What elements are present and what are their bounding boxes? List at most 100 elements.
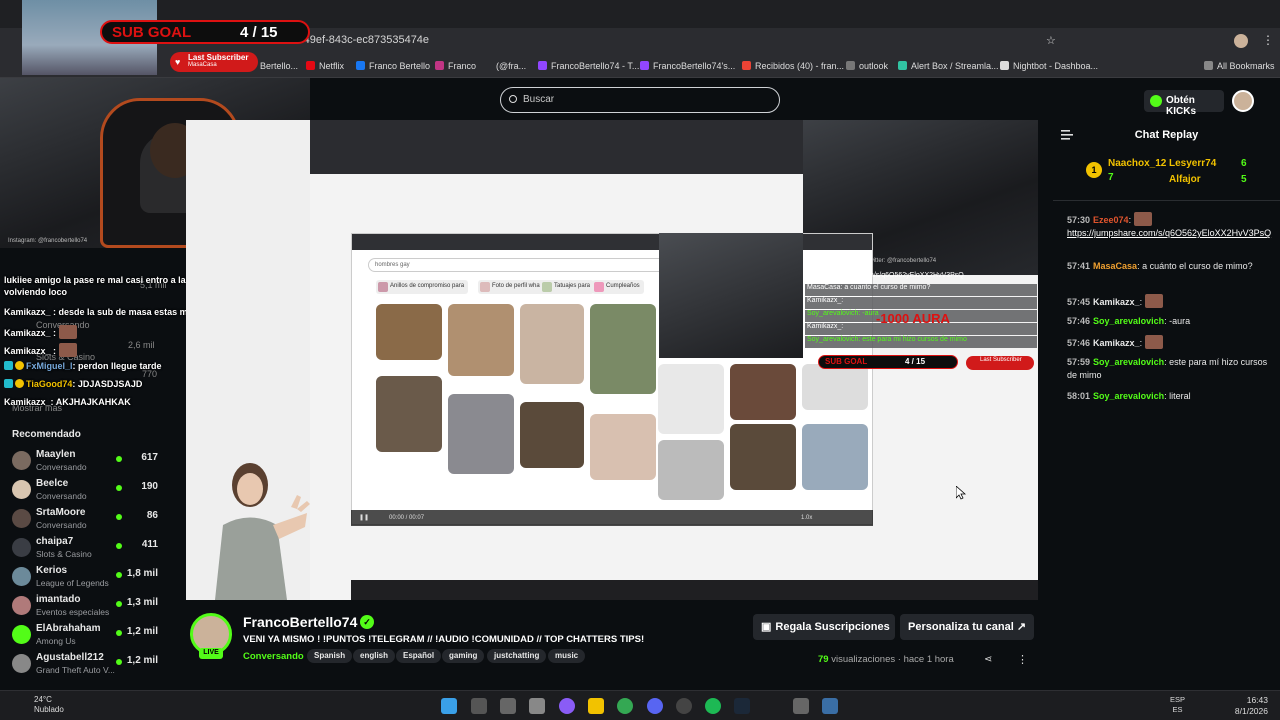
tag-english[interactable]: english [353, 649, 396, 663]
language-indicator[interactable]: ESP ES [1170, 695, 1185, 715]
search-input[interactable]: Buscar [500, 87, 780, 113]
sidebar-channel[interactable]: Agustabell212 Grand Theft Auto V... 1,2 mi… [0, 651, 186, 679]
task-view-icon[interactable] [500, 698, 516, 714]
bookmark-franco-bertello[interactable]: Franco Bertello [356, 61, 430, 71]
bookmark-twitch-2[interactable]: FrancoBertello74's... [640, 61, 735, 71]
gift-subs-button[interactable]: ▣ Regala Suscripciones [753, 614, 895, 640]
sidebar-channel[interactable]: Kerios League of Legends 1,8 mil [0, 564, 186, 592]
app-icon-2[interactable] [793, 698, 809, 714]
channel-name: chaipa7 [36, 536, 74, 547]
video-player[interactable]: Twitter: @francobertello74 hombres gay A… [186, 120, 1038, 600]
tag-spanish[interactable]: Spanish [307, 649, 353, 663]
bookmark-0[interactable]: Bertello... [260, 61, 298, 71]
weather-widget[interactable]: 24°C Nublado [14, 695, 64, 715]
overlay-chat-line: Kamikazx_ : desde la sub de masa estas m… [4, 307, 202, 317]
discord-icon[interactable] [647, 698, 663, 714]
live-badge: LIVE [199, 648, 223, 659]
pin-image [802, 364, 868, 410]
bookmark-alertbox[interactable]: Alert Box / Streamla... [898, 61, 999, 71]
bookmark-nightbot[interactable]: Nightbot - Dashboa... [1000, 61, 1098, 71]
channel-name: ElAbrahaham [36, 623, 101, 634]
tag-justchatting[interactable]: justchatting [487, 649, 547, 663]
pin-image [448, 394, 514, 474]
channel-viewers: 1,2 mil [126, 626, 158, 637]
bookmark-gmail[interactable]: Recibidos (40) - fran... [742, 61, 844, 71]
pin-image [376, 304, 442, 360]
bookmark-netflix[interactable]: Netflix [306, 61, 344, 71]
menu-icon[interactable]: ⋮ [1262, 33, 1274, 47]
emote-icon [1133, 212, 1152, 226]
spotify-icon[interactable] [705, 698, 721, 714]
twitter-handle: Twitter: @francobertello74 [866, 258, 937, 264]
channel-category: League of Legends [36, 578, 109, 588]
chat-link[interactable]: https://jumpshare.com/s/q6O562yEloXX2HvV… [1067, 228, 1271, 238]
bookmark-franco[interactable]: Franco [435, 61, 476, 71]
emote-icon [1144, 335, 1163, 349]
file-explorer-icon[interactable] [588, 698, 604, 714]
app-icon[interactable] [559, 698, 575, 714]
channel-viewers: 617 [141, 452, 158, 463]
sidebar-channel[interactable]: chaipa7 Slots & Casino 411 [0, 535, 186, 563]
search-taskbar-icon[interactable] [471, 698, 487, 714]
customize-channel-button[interactable]: Personaliza tu canal ↗ [900, 614, 1034, 640]
stream-category[interactable]: Conversando [243, 651, 304, 662]
pin-image [376, 376, 442, 452]
sidebar-channel[interactable]: Beelce Conversando 190 [0, 477, 186, 505]
overlay-chat-line: TiaGood74: JDJASDJSAJD [4, 379, 142, 389]
clock[interactable]: 16:43 8/1/2026 [1235, 695, 1268, 717]
obs-icon[interactable] [676, 698, 692, 714]
get-kicks-button[interactable]: Obtén KICKs [1144, 90, 1224, 117]
nested-player-controls: ❚❚ 00:00 / 00:07 1.0x [351, 510, 873, 526]
channel-category: Conversando [36, 520, 87, 530]
nested-link: https://jumpshare.com/s/q6O562yEloXX2HvV… [805, 272, 964, 279]
channel-avatar [12, 538, 31, 557]
profile-icon[interactable] [1234, 34, 1248, 48]
sidebar-channel[interactable]: imantado Eventos especiales 1,3 mil [0, 593, 186, 621]
emote-icon [1144, 294, 1163, 308]
last-subscriber-widget: ♥ Last Subscriber MasaCasa [170, 52, 258, 72]
chat-message: 58:01 Soy_arevalovich: literal [1067, 391, 1191, 401]
chrome-icon[interactable] [617, 698, 633, 714]
badge-icon [4, 379, 13, 388]
tag-espanol[interactable]: Español [396, 649, 442, 663]
emote-icon [58, 343, 77, 357]
widgets-icon[interactable] [529, 698, 545, 714]
channel-category: Among Us [36, 636, 76, 646]
star-icon[interactable]: ☆ [1046, 34, 1056, 47]
sub-goal-widget: SUB GOAL 4 / 15 [100, 20, 310, 44]
channel-name: Agustabell212 [36, 652, 104, 663]
overlay-chat-line: Kamikazx_ : [4, 325, 77, 339]
channel-category: Grand Theft Auto V... [36, 665, 115, 675]
windows-taskbar: 24°C Nublado ESP ES 16:43 8/1/2026 [0, 690, 1280, 720]
share-icon[interactable]: ⋖ [984, 654, 992, 665]
tag-music[interactable]: music [548, 649, 586, 663]
channel-avatar [12, 451, 31, 470]
steam-icon[interactable] [734, 698, 750, 714]
channel-viewers: 411 [141, 539, 158, 550]
start-icon[interactable] [441, 698, 457, 714]
bookmark-twitch[interactable]: FrancoBertello74 - T... [538, 61, 639, 71]
girl-sticker [215, 463, 310, 600]
sidebar-channel[interactable]: Maaylen Conversando 617 [0, 448, 186, 476]
instagram-handle: Instagram: @francobertello74 [8, 238, 88, 244]
user-avatar[interactable] [1232, 90, 1254, 112]
live-dot-icon [116, 456, 122, 462]
more-options-icon[interactable]: ⋮ [1017, 653, 1028, 666]
bookmark-fra[interactable]: (@fra... [496, 61, 526, 71]
external-link-icon: ↗ [1016, 621, 1027, 633]
bookmark-all[interactable]: All Bookmarks [1204, 61, 1275, 71]
channel-viewers: 1,3 mil [126, 597, 158, 608]
sidebar-channel[interactable]: SrtaMoore Conversando 86 [0, 506, 186, 534]
streamer-name[interactable]: FrancoBertello74 [243, 614, 357, 630]
app-icon-3[interactable] [822, 698, 838, 714]
chip: Anillos de compromiso para [376, 280, 469, 294]
screen: -49ef-843c-ec873535474e ☆ ⋮ Bertello... … [0, 0, 1280, 720]
kick-header: Buscar Obtén KICKs [310, 78, 1280, 120]
url-field[interactable]: -49ef-843c-ec873535474e [300, 34, 429, 46]
sidebar-channel[interactable]: ElAbrahaham Among Us 1,2 mil [0, 622, 186, 650]
chat-message: 57:41 MasaCasa: a cuánto el curso de mimo… [1067, 261, 1253, 271]
tag-gaming[interactable]: gaming [442, 649, 485, 663]
pause-icon: ❚❚ [359, 515, 370, 521]
bookmark-outlook[interactable]: outlook [846, 61, 888, 71]
live-dot-icon [116, 659, 122, 665]
